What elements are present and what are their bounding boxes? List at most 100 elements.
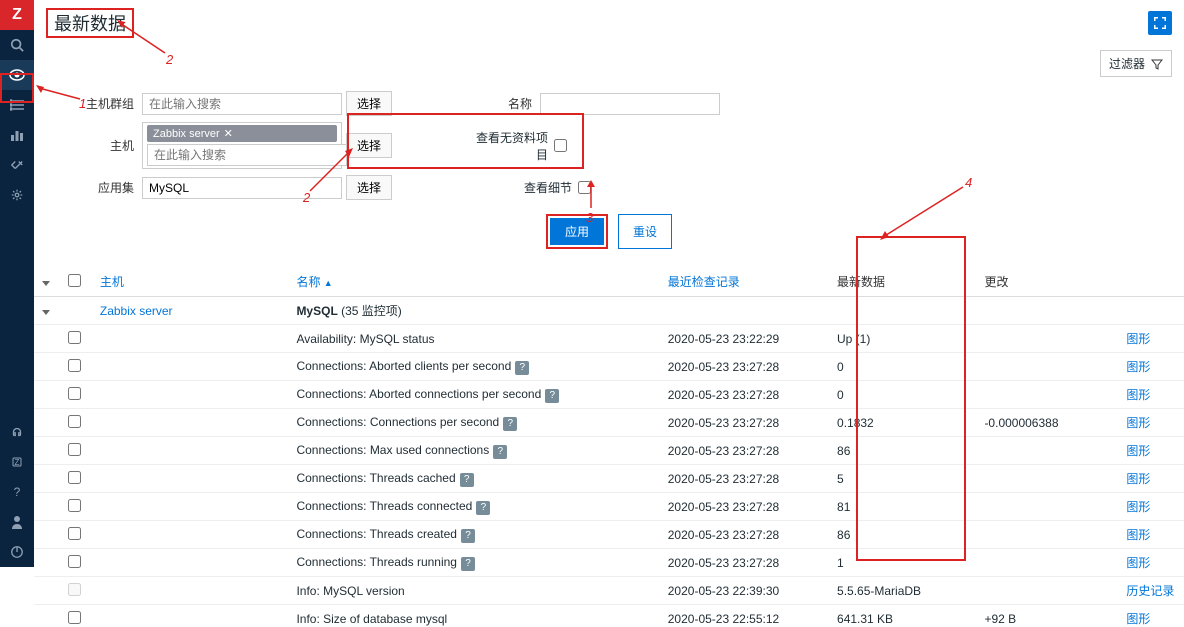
- graph-link[interactable]: 图形: [1126, 388, 1150, 402]
- col-change: 更改: [976, 267, 1118, 297]
- row-checkbox[interactable]: [68, 443, 81, 456]
- last-check: 2020-05-23 23:27:28: [660, 381, 829, 409]
- row-checkbox[interactable]: [68, 359, 81, 372]
- last-data: 5: [829, 465, 976, 493]
- graph-link[interactable]: 图形: [1126, 360, 1150, 374]
- last-check: 2020-05-23 23:22:29: [660, 325, 829, 353]
- item-name: Connections: Threads created?: [288, 521, 659, 549]
- monitoring-icon[interactable]: [0, 60, 34, 90]
- col-lastdata: 最新数据: [829, 267, 976, 297]
- row-checkbox[interactable]: [68, 387, 81, 400]
- help-badge-icon[interactable]: ?: [515, 361, 529, 375]
- col-host[interactable]: 主机: [100, 275, 124, 289]
- remove-tag-icon[interactable]: ✕: [224, 127, 233, 140]
- detail-checkbox[interactable]: [578, 181, 591, 194]
- table-row: Info: Size of database mysql 2020-05-23 …: [34, 605, 1184, 627]
- host-input[interactable]: [147, 144, 347, 166]
- user-icon[interactable]: [0, 507, 34, 537]
- help-badge-icon[interactable]: ?: [476, 501, 490, 515]
- share-icon[interactable]: Z: [0, 447, 34, 477]
- list-icon[interactable]: [0, 90, 34, 120]
- help-badge-icon[interactable]: ?: [460, 473, 474, 487]
- apply-button[interactable]: 应用: [550, 218, 604, 245]
- app-select-btn[interactable]: 选择: [346, 175, 392, 200]
- help-badge-icon[interactable]: ?: [461, 529, 475, 543]
- graph-link[interactable]: 图形: [1126, 472, 1150, 486]
- last-check: 2020-05-23 23:27:28: [660, 521, 829, 549]
- table-row: Connections: Max used connections? 2020-…: [34, 437, 1184, 465]
- item-name: Connections: Threads cached?: [288, 465, 659, 493]
- row-checkbox[interactable]: [68, 527, 81, 540]
- table-row: Connections: Aborted connections per sec…: [34, 381, 1184, 409]
- last-check: 2020-05-23 23:27:28: [660, 549, 829, 577]
- item-name: Connections: Threads connected?: [288, 493, 659, 521]
- row-checkbox[interactable]: [68, 499, 81, 512]
- last-check: 2020-05-23 23:27:28: [660, 437, 829, 465]
- host-link[interactable]: Zabbix server: [100, 304, 173, 318]
- graph-link[interactable]: 图形: [1126, 332, 1150, 346]
- host-select-btn[interactable]: 选择: [346, 133, 392, 158]
- graph-link[interactable]: 图形: [1126, 416, 1150, 430]
- row-checkbox[interactable]: [68, 611, 81, 624]
- graph-link[interactable]: 图形: [1126, 500, 1150, 514]
- help-badge-icon[interactable]: ?: [545, 389, 559, 403]
- last-check: 2020-05-23 22:39:30: [660, 577, 829, 605]
- fullscreen-icon[interactable]: [1148, 11, 1172, 35]
- col-lastcheck[interactable]: 最近检查记录: [668, 275, 740, 289]
- host-label: 主机: [74, 137, 134, 154]
- table-row: Info: MySQL version 2020-05-23 22:39:30 …: [34, 577, 1184, 605]
- last-data: 5.5.65-MariaDB: [829, 577, 976, 605]
- last-data: 86: [829, 521, 976, 549]
- last-check: 2020-05-23 23:27:28: [660, 493, 829, 521]
- row-checkbox[interactable]: [68, 555, 81, 568]
- reports-icon[interactable]: [0, 120, 34, 150]
- row-checkbox[interactable]: [68, 415, 81, 428]
- admin-icon[interactable]: [0, 180, 34, 210]
- graph-link[interactable]: 图形: [1126, 612, 1150, 626]
- collapse-all-icon[interactable]: [42, 281, 50, 286]
- last-data: 0: [829, 381, 976, 409]
- help-badge-icon[interactable]: ?: [461, 557, 475, 571]
- graph-link[interactable]: 图形: [1126, 556, 1150, 570]
- hostgroup-select-btn[interactable]: 选择: [346, 91, 392, 116]
- last-data: 0: [829, 353, 976, 381]
- table-row: Connections: Threads connected? 2020-05-…: [34, 493, 1184, 521]
- graph-link[interactable]: 图形: [1126, 528, 1150, 542]
- row-checkbox[interactable]: [68, 331, 81, 344]
- col-name[interactable]: 名称 ▲: [296, 275, 332, 289]
- table-row: Connections: Threads cached? 2020-05-23 …: [34, 465, 1184, 493]
- last-data: 641.31 KB: [829, 605, 976, 627]
- group-row: Zabbix server MySQL (35 监控项): [34, 297, 1184, 325]
- graph-link[interactable]: 图形: [1126, 444, 1150, 458]
- filter-form: 主机群组 选择 名称 主机 Zabbix server✕ 选择 查看无资料项目: [34, 81, 1184, 267]
- help-icon[interactable]: ?: [0, 477, 34, 507]
- host-tag[interactable]: Zabbix server✕: [147, 125, 337, 142]
- name-input[interactable]: [540, 93, 720, 115]
- item-name: Connections: Aborted connections per sec…: [288, 381, 659, 409]
- change-val: [976, 437, 1118, 465]
- help-badge-icon[interactable]: ?: [503, 417, 517, 431]
- filter-toggle[interactable]: 过滤器: [1100, 50, 1172, 77]
- reset-button[interactable]: 重设: [618, 214, 672, 249]
- search-icon[interactable]: [0, 30, 34, 60]
- last-data: 0.1832: [829, 409, 976, 437]
- config-icon[interactable]: [0, 150, 34, 180]
- item-name: Connections: Connections per second?: [288, 409, 659, 437]
- row-checkbox[interactable]: [68, 471, 81, 484]
- table-row: Availability: MySQL status 2020-05-23 23…: [34, 325, 1184, 353]
- collapse-icon[interactable]: [42, 310, 50, 315]
- hostgroup-label: 主机群组: [74, 95, 134, 112]
- zabbix-logo[interactable]: Z: [0, 0, 34, 30]
- noitem-checkbox[interactable]: [554, 139, 567, 152]
- hostgroup-input[interactable]: [142, 93, 342, 115]
- signout-icon[interactable]: [0, 537, 34, 567]
- select-all-checkbox[interactable]: [68, 274, 81, 287]
- change-val: [976, 577, 1118, 605]
- app-input[interactable]: [142, 177, 342, 199]
- support-icon[interactable]: [0, 417, 34, 447]
- help-badge-icon[interactable]: ?: [493, 445, 507, 459]
- row-checkbox: [68, 583, 81, 596]
- graph-link[interactable]: 历史记录: [1126, 584, 1174, 598]
- item-name: Connections: Max used connections?: [288, 437, 659, 465]
- item-name: Connections: Aborted clients per second?: [288, 353, 659, 381]
